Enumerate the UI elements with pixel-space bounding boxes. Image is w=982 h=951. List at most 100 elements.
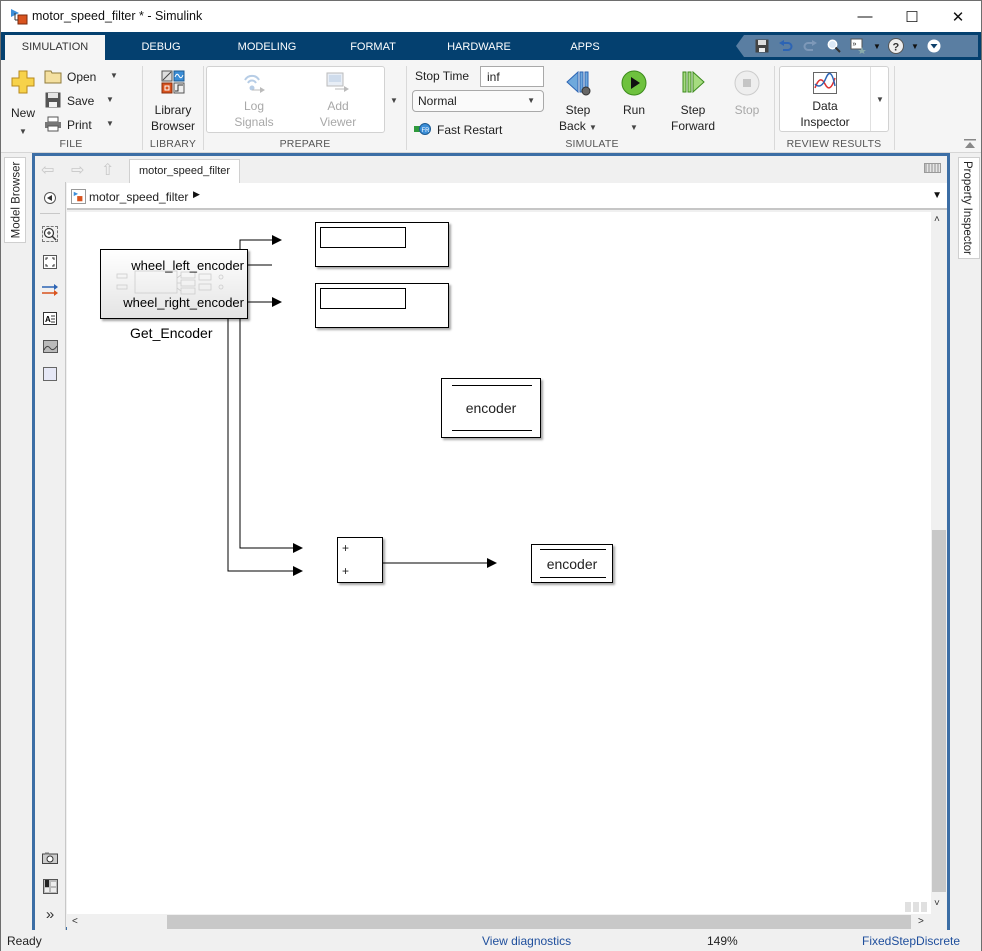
image-button[interactable] (42, 338, 58, 354)
goto-block-encoder-connected[interactable]: encoder (531, 544, 613, 583)
close-button[interactable]: ✕ (935, 1, 981, 32)
breadcrumb-dropdown-icon[interactable]: ▼ (932, 190, 942, 201)
window-title: motor_speed_filter * - Simulink (32, 9, 203, 23)
editor-tool-palette: A » (35, 182, 66, 930)
view-diagnostics-link[interactable]: View diagnostics (482, 934, 571, 948)
scroll-right-icon[interactable]: > (918, 916, 924, 927)
sum-block[interactable]: + + (337, 537, 383, 583)
goto-block-encoder[interactable]: encoder (441, 378, 541, 438)
tab-hardware[interactable]: HARDWARE (439, 35, 519, 60)
maximize-button[interactable]: ☐ (889, 1, 935, 32)
find-model-dropdown-icon[interactable]: ▼ (870, 35, 884, 57)
simulation-mode-value: Normal (418, 94, 457, 108)
vertical-scroll-thumb[interactable] (932, 530, 946, 892)
signal-lines-button[interactable] (42, 282, 58, 298)
screenshot-button[interactable] (42, 850, 58, 866)
expand-icon[interactable] (922, 35, 946, 57)
log-signals-button[interactable]: Log Signals (226, 70, 282, 132)
close-icon: ✕ (951, 8, 965, 26)
stop-time-input[interactable] (480, 66, 544, 87)
print-dropdown-icon: ▼ (106, 119, 114, 128)
vertical-scrollbar[interactable]: ˄ ˅ (931, 212, 947, 914)
tab-apps[interactable]: APPS (557, 35, 613, 60)
stop-button[interactable]: Stop (729, 68, 765, 134)
tab-modeling[interactable]: MODELING (223, 35, 311, 60)
scroll-up-icon[interactable]: ˄ (934, 214, 940, 225)
zoom-in-button[interactable] (42, 226, 58, 242)
hide-explorer-button[interactable] (42, 190, 58, 206)
horizontal-scroll-thumb[interactable] (167, 915, 911, 929)
svg-text:»: » (853, 41, 857, 48)
step-back-button[interactable]: Step Back ▼ (556, 68, 600, 134)
horizontal-scrollbar[interactable]: < > (67, 914, 947, 930)
save-icon[interactable] (750, 35, 774, 57)
get-encoder-block-name[interactable]: Get_Encoder (130, 325, 213, 341)
step-back-label-2: Back ▼ (556, 118, 600, 136)
up-arrow-icon[interactable]: ⇧ (101, 160, 114, 180)
model-browser-tab[interactable]: Model Browser (4, 157, 26, 243)
ribbon-separator (894, 66, 895, 150)
save-button[interactable]: Save ▼ (44, 91, 124, 111)
tab-format[interactable]: FORMAT (335, 35, 411, 60)
signal-line[interactable] (227, 302, 293, 572)
tab-debug[interactable]: DEBUG (121, 35, 201, 60)
open-label: Open (67, 70, 97, 84)
quick-access-toolbar: » ▼ ? ▼ (736, 35, 978, 57)
minimize-button[interactable]: — (842, 1, 888, 32)
tag-bar (540, 549, 606, 550)
data-inspector-label-1: Data (812, 99, 838, 113)
sum-sign-2: + (342, 564, 350, 578)
redo-icon[interactable] (798, 35, 822, 57)
get-encoder-subsystem-block[interactable]: wheel_left_encoder wheel_right_encoder (100, 249, 248, 319)
model-tab[interactable]: motor_speed_filter (129, 159, 240, 183)
zoom-level[interactable]: 149% (707, 934, 738, 948)
model-data-button[interactable] (42, 878, 58, 894)
svg-text:?: ? (893, 42, 900, 54)
svg-text:A: A (45, 315, 51, 324)
ribbon-separator (142, 66, 143, 150)
add-viewer-button[interactable]: Add Viewer (310, 70, 366, 132)
annotation-button[interactable]: A (42, 310, 58, 326)
forward-arrow-icon[interactable]: ⇨ (71, 160, 84, 180)
diagram-canvas[interactable]: wheel_left_encoder wheel_right_encoder G… (67, 212, 931, 914)
collapse-ribbon-button[interactable] (963, 138, 977, 150)
fast-restart-icon: FR (414, 123, 431, 135)
step-forward-button[interactable]: Step Forward (665, 68, 721, 134)
log-signals-label-2: Signals (234, 115, 274, 129)
keyboard-icon[interactable] (924, 163, 941, 173)
simulation-mode-select[interactable]: Normal ▼ (412, 90, 544, 112)
library-browser-button[interactable]: Library Browser (145, 68, 201, 134)
help-icon[interactable]: ? (884, 35, 908, 57)
solver-info[interactable]: FixedStepDiscrete (862, 934, 960, 948)
scroll-down-icon[interactable]: ˅ (934, 898, 940, 909)
find-model-icon[interactable]: » (846, 35, 870, 57)
review-gallery-expand-button[interactable]: ▼ (870, 67, 888, 131)
help-dropdown-icon[interactable]: ▼ (908, 35, 922, 57)
breadcrumb-model[interactable]: motor_speed_filter (89, 190, 188, 204)
property-inspector-tab[interactable]: Property Inspector (958, 157, 980, 259)
scroll-left-icon[interactable]: < (72, 916, 78, 927)
goto-tag-label: encoder (465, 400, 517, 416)
step-forward-label-2: Forward (670, 119, 715, 133)
undo-icon[interactable] (774, 35, 798, 57)
back-arrow-icon[interactable]: ⇦ (41, 160, 54, 180)
image-icon (42, 339, 58, 353)
port-label-wheel-left-encoder: wheel_left_encoder (131, 258, 244, 273)
data-inspector-button[interactable]: Data Inspector (780, 68, 870, 130)
breadcrumb-arrow-icon[interactable]: ▶ (193, 189, 200, 200)
more-tools-button[interactable]: » (42, 906, 58, 923)
fit-to-view-button[interactable] (42, 254, 58, 270)
prepare-gallery-expand-button[interactable]: ▼ (385, 66, 403, 133)
open-button[interactable]: Open ▼ (44, 67, 124, 87)
resize-grip (905, 902, 927, 912)
area-button[interactable] (42, 366, 58, 382)
new-button[interactable]: New ▼ (7, 66, 39, 136)
search-icon[interactable] (822, 35, 846, 57)
tab-simulation[interactable]: SIMULATION (5, 35, 105, 60)
run-button[interactable]: Run ▼ (613, 68, 655, 134)
display-block-left[interactable] (315, 222, 449, 267)
print-button[interactable]: Print ▼ (44, 115, 124, 135)
library-browser-icon (161, 70, 185, 94)
annotation-icon: A (43, 311, 57, 325)
display-block-right[interactable] (315, 283, 449, 328)
